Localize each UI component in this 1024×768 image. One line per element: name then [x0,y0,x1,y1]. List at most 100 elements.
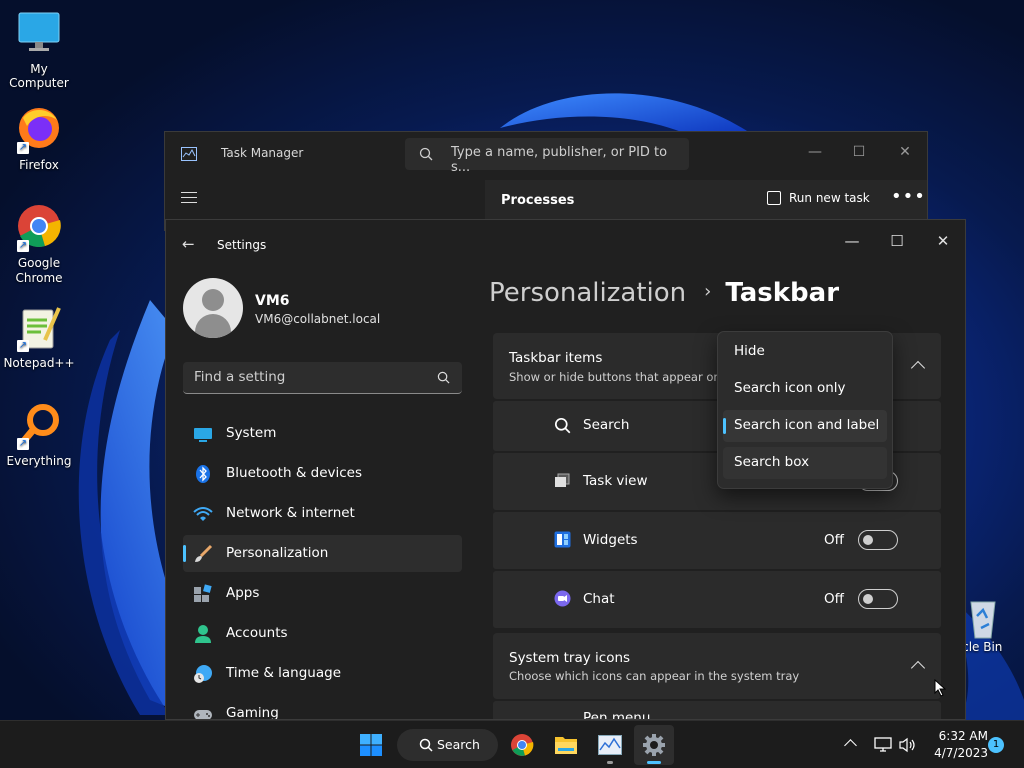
dropdown-option-search-icon-and-label[interactable]: Search icon and label [723,410,887,442]
search-icon [554,417,571,434]
system-tray-section-header[interactable]: System tray icons Choose which icons can… [493,633,941,699]
system-icon [194,428,212,442]
task-manager-page-title: Processes [501,193,575,208]
widgets-toggle[interactable] [858,530,898,550]
settings-nav: System Bluetooth & devices Network & int… [183,415,462,719]
running-indicator [607,761,613,764]
wifi-icon [193,507,213,521]
taskbar-search-button[interactable]: Search [397,729,498,761]
taskbar-settings-button[interactable] [634,725,674,765]
page-title: Taskbar [725,278,840,308]
task-manager-icon [181,147,197,161]
chevron-up-icon[interactable] [910,360,926,376]
windows-logo-icon [360,734,382,756]
task-manager-window[interactable]: Task Manager Type a name, publisher, or … [164,131,928,231]
desktop-icon-firefox[interactable]: ↗ Firefox [0,106,78,172]
chevron-up-icon[interactable] [910,660,926,676]
clock-date: 4/7/2023 [934,746,988,760]
desktop-icon-google-chrome[interactable]: ↗ Google Chrome [0,204,78,286]
taskbar-chrome-button[interactable] [502,725,542,765]
shortcut-arrow-icon: ↗ [17,240,29,252]
widgets-icon [554,531,571,548]
nav-item-system[interactable]: System [183,415,462,452]
more-options-button[interactable]: ••• [891,186,926,207]
task-manager-search-input[interactable]: Type a name, publisher, or PID to s... [405,138,689,175]
desktop-icon-everything[interactable]: ↗ Everything [0,402,78,468]
search-mode-dropdown[interactable]: Hide Search icon only Search icon and la… [717,331,946,697]
clock-time: 6:32 AM [938,729,988,743]
globe-clock-icon [194,665,212,683]
task-manager-maximize-button[interactable]: ☐ [837,138,881,166]
chrome-icon: ↗ [15,204,63,252]
apps-icon [194,584,212,602]
recycle-bin-icon [961,596,1001,640]
nav-item-bluetooth[interactable]: Bluetooth & devices [183,455,462,492]
task-manager-minimize-button[interactable]: — [793,138,837,166]
run-task-icon [767,191,781,205]
search-icon [419,147,433,161]
hamburger-menu-icon[interactable] [181,192,197,207]
taskbar-item-chat-row: Chat Off [493,571,941,628]
firefox-icon: ↗ [15,106,63,154]
active-window-indicator [647,761,661,764]
dropdown-option-search-icon-only[interactable]: Search icon only [723,373,887,405]
nav-item-apps[interactable]: Apps [183,575,462,612]
settings-maximize-button[interactable]: ☐ [874,226,920,256]
back-arrow-icon[interactable]: ← [182,235,195,253]
folder-icon [555,737,577,754]
gear-icon [643,734,665,756]
brush-icon [195,544,213,562]
active-indicator [183,545,186,562]
accounts-icon [195,625,211,643]
shortcut-arrow-icon: ↗ [17,438,29,450]
pen-menu-row: Pen menu [493,701,941,719]
start-button[interactable] [351,725,391,765]
shortcut-arrow-icon: ↗ [17,142,29,154]
run-new-task-button[interactable]: Run new task [767,191,870,213]
bluetooth-icon [196,465,210,483]
search-icon [437,371,450,384]
avatar[interactable] [183,278,243,338]
task-manager-title: Task Manager [221,146,304,160]
settings-title: Settings [217,238,267,252]
settings-window[interactable]: ← Settings — ☐ ✕ VM6 VM6@collabnet.local… [165,219,966,720]
breadcrumb-parent[interactable]: Personalization [489,278,686,308]
desktop-icon-notepadpp[interactable]: ↗ Notepad++ [0,304,78,370]
breadcrumb: Personalization › Taskbar [489,278,839,308]
chrome-icon [511,734,534,756]
network-icon[interactable] [874,737,892,753]
task-manager-close-button[interactable]: ✕ [883,138,927,166]
notepadpp-icon: ↗ [15,304,63,352]
chat-icon [554,590,571,607]
clock[interactable]: 6:32 AM 4/7/2023 [918,728,988,762]
monitor-icon [15,10,63,58]
taskbar: Search 6:32 AM 4/7/2023 1 [0,720,1024,768]
taskbar-file-explorer-button[interactable] [546,725,586,765]
breadcrumb-separator: › [704,281,712,302]
everything-icon: ↗ [15,402,63,450]
settings-close-button[interactable]: ✕ [920,226,965,256]
nav-item-time-language[interactable]: Time & language [183,655,462,692]
dropdown-option-search-box[interactable]: Search box [723,447,887,479]
taskbar-task-manager-button[interactable] [590,725,630,765]
nav-item-gaming[interactable]: Gaming [183,695,462,719]
dropdown-option-hide[interactable]: Hide [723,336,887,368]
desktop-icon-my-computer[interactable]: My Computer [0,10,78,90]
task-manager-icon [598,735,622,755]
taskbar-item-widgets-row: Widgets Off [493,512,941,569]
chat-toggle[interactable] [858,589,898,609]
show-hidden-icons-chevron-icon[interactable] [844,739,857,752]
nav-item-accounts[interactable]: Accounts [183,615,462,652]
nav-item-personalization[interactable]: Personalization [183,535,462,572]
volume-icon[interactable] [899,737,917,753]
selected-indicator [723,418,726,434]
find-setting-input[interactable]: Find a setting [183,362,462,394]
mouse-cursor-icon [934,679,946,697]
notification-badge[interactable]: 1 [988,737,1004,753]
user-email: VM6@collabnet.local [255,312,381,326]
nav-item-network[interactable]: Network & internet [183,495,462,532]
shortcut-arrow-icon: ↗ [17,340,29,352]
gamepad-icon [194,710,212,719]
settings-minimize-button[interactable]: — [829,226,875,256]
search-icon [419,738,433,752]
